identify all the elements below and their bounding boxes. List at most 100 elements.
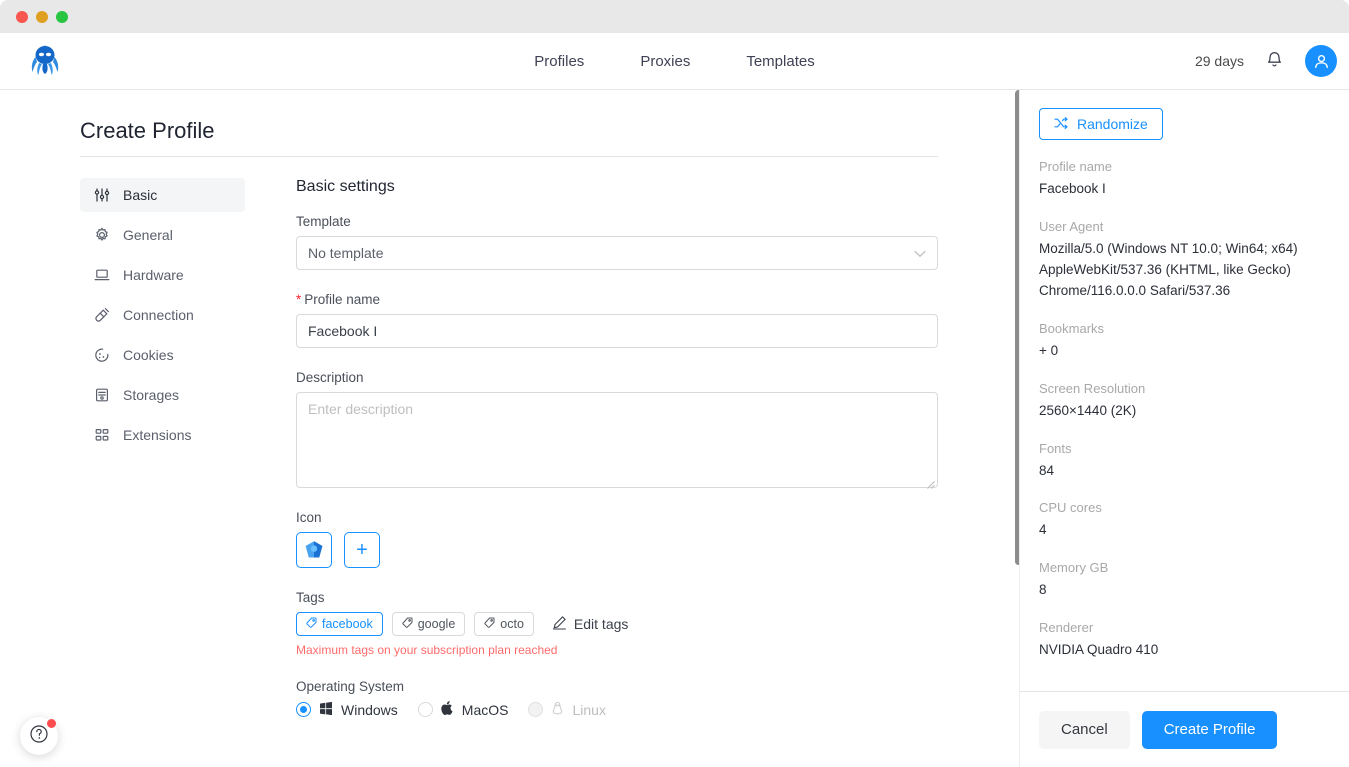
radio-macos[interactable] — [417, 702, 433, 717]
sidebar-item-basic[interactable]: Basic — [80, 178, 245, 212]
icon-picker: + — [296, 532, 938, 568]
notification-dot — [47, 719, 56, 728]
apple-icon — [441, 701, 454, 718]
add-icon-button[interactable]: + — [344, 532, 380, 568]
tag-label: facebook — [322, 617, 373, 631]
sidebar-item-label: General — [123, 227, 173, 243]
cookie-icon — [94, 347, 110, 363]
preview-label-screen-resolution: Screen Resolution — [1039, 380, 1146, 396]
operating-system-radio-group: Windows MacOS Linux — [296, 701, 938, 718]
plug-icon — [94, 307, 110, 323]
os-option-windows[interactable]: Windows — [296, 701, 398, 718]
profile-name-input[interactable]: Facebook I — [296, 314, 938, 348]
user-avatar[interactable] — [1305, 45, 1337, 77]
edit-tags-button[interactable]: Edit tags — [552, 615, 628, 633]
sidebar-item-extensions[interactable]: Extensions — [80, 418, 245, 452]
preview-value-bookmarks: + 0 — [1039, 342, 1059, 358]
sidebar-item-storages[interactable]: Storages — [80, 378, 245, 412]
tag-icon — [306, 617, 317, 631]
preview-label-bookmarks: Bookmarks — [1039, 320, 1105, 336]
description-textarea[interactable]: Enter description — [296, 392, 938, 489]
chevron-down-icon — [914, 245, 926, 261]
preview-label-renderer: Renderer — [1039, 620, 1094, 636]
sidebar-item-connection[interactable]: Connection — [80, 298, 245, 332]
tag-label: octo — [500, 617, 524, 631]
nav-link-proxies[interactable]: Proxies — [640, 54, 690, 69]
window-titlebar — [0, 0, 1349, 33]
close-button[interactable] — [16, 11, 28, 23]
bell-icon[interactable] — [1266, 50, 1283, 73]
preview-value-profile-name: Facebook I — [1039, 181, 1106, 196]
database-icon — [94, 387, 110, 403]
preview-label-cpu-cores: CPU cores — [1039, 500, 1102, 516]
linux-icon — [551, 701, 564, 718]
template-label: Template — [296, 214, 351, 229]
sidebar-item-hardware[interactable]: Hardware — [80, 258, 245, 292]
preview-value-renderer: NVIDIA Quadro 410 — [1039, 642, 1159, 658]
description-placeholder: Enter description — [308, 401, 414, 417]
preview-scroll-area: Randomize Profile name Facebook I User A… — [1020, 90, 1349, 691]
sidebar-item-label: Hardware — [123, 267, 184, 283]
preview-value-cpu-cores: 4 — [1039, 522, 1047, 538]
main-content-pane: Create Profile Basic General Hardware Co… — [0, 90, 1019, 767]
preview-label-fonts: Fonts — [1039, 440, 1072, 456]
profile-name-value: Facebook I — [308, 323, 378, 339]
preview-value-user-agent: Mozilla/5.0 (Windows NT 10.0; Win64; x64… — [1039, 240, 1298, 298]
gear-icon — [94, 227, 110, 243]
window-controls — [16, 11, 68, 23]
section-title: Basic settings — [296, 178, 395, 195]
maximize-button[interactable] — [56, 11, 68, 23]
operating-system-label: Operating System — [296, 679, 405, 694]
sidebar-item-label: Extensions — [123, 427, 192, 443]
nav-links: Profiles Proxies Templates — [0, 33, 1349, 89]
subscription-days-left: 29 days — [1194, 53, 1244, 69]
nav-link-profiles[interactable]: Profiles — [534, 54, 584, 69]
shuffle-icon — [1054, 116, 1068, 133]
resize-handle[interactable] — [926, 476, 935, 489]
tag-icon — [402, 617, 413, 631]
tags-row: facebook google octo Edit tags — [296, 612, 938, 636]
sliders-icon — [94, 187, 110, 203]
preview-label-profile-name: Profile name — [1039, 159, 1112, 174]
sidebar-item-label: Cookies — [123, 347, 174, 363]
tag-label: google — [417, 617, 456, 631]
tags-label: Tags — [296, 590, 325, 605]
question-circle-icon — [29, 724, 49, 749]
nav-right-cluster: 29 days — [1195, 33, 1337, 89]
tag-octo[interactable]: octo — [474, 612, 534, 636]
title-divider — [80, 156, 938, 157]
grid-icon — [94, 427, 110, 443]
sidebar-item-cookies[interactable]: Cookies — [80, 338, 245, 372]
randomize-button[interactable]: Randomize — [1039, 108, 1163, 140]
minimize-button[interactable] — [36, 11, 48, 23]
create-profile-button[interactable]: Create Profile — [1141, 710, 1278, 749]
panel-footer: Cancel Create Profile — [1020, 692, 1349, 767]
required-marker: * — [296, 292, 302, 307]
sidebar-item-general[interactable]: General — [80, 218, 245, 252]
basic-settings-form: Basic settings Template No template * Pro… — [296, 178, 938, 718]
laptop-icon — [94, 267, 110, 283]
template-select-value: No template — [308, 245, 384, 261]
help-button[interactable] — [20, 717, 58, 755]
settings-sidebar: Basic General Hardware Connection Cookie… — [80, 178, 245, 458]
os-label: Linux — [572, 701, 606, 718]
nav-link-templates[interactable]: Templates — [746, 54, 814, 69]
tag-google[interactable]: google — [391, 612, 466, 636]
radio-windows[interactable] — [296, 702, 311, 717]
preview-value-screen-resolution: 2560×1440 (2K) — [1039, 402, 1137, 418]
os-label: MacOS — [461, 701, 509, 718]
template-select[interactable]: No template — [296, 236, 938, 270]
octo-shield-icon-button[interactable] — [296, 532, 332, 568]
preview-label-user-agent: User Agent — [1039, 218, 1104, 234]
app-window: Profiles Proxies Templates 29 days Creat… — [0, 0, 1349, 767]
os-option-macos[interactable]: MacOS — [417, 701, 509, 718]
profile-name-label: * Profile name — [296, 292, 938, 307]
tag-icon — [484, 617, 495, 631]
os-option-linux: Linux — [528, 701, 606, 718]
preview-value-fonts: 84 — [1039, 462, 1055, 478]
radio-linux — [528, 702, 544, 717]
randomize-label: Randomize — [1077, 116, 1148, 132]
tag-facebook[interactable]: facebook — [296, 612, 383, 636]
cancel-button[interactable]: Cancel — [1039, 710, 1130, 749]
preview-value-memory-gb: 8 — [1039, 582, 1047, 598]
